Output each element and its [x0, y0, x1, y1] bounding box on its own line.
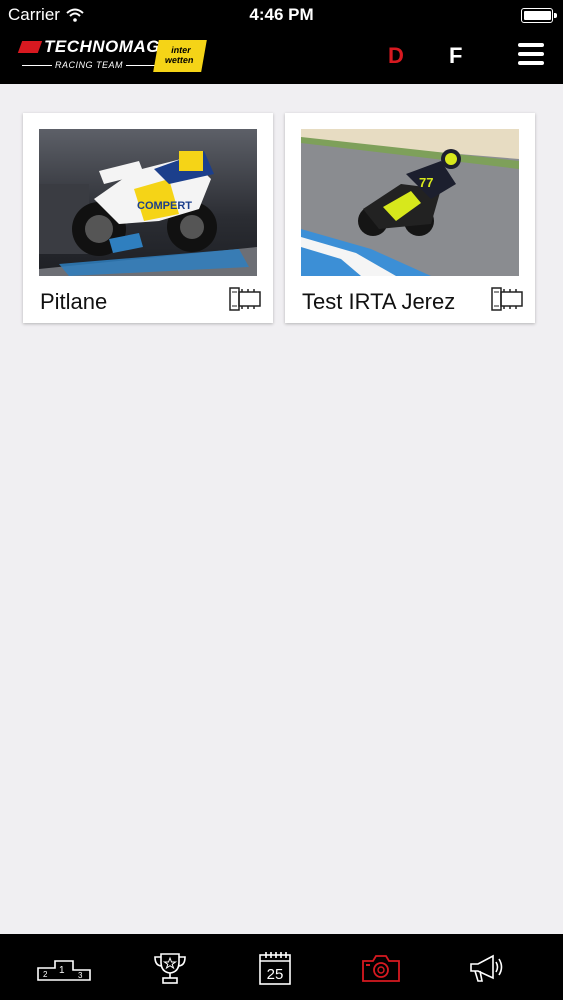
logo-flag-icon [17, 41, 43, 53]
tab-bar: 1 2 3 25 [0, 934, 563, 1000]
podium-2-label: 2 [43, 970, 48, 979]
tab-calendar[interactable]: 25 [248, 948, 302, 988]
tab-photos[interactable] [354, 948, 408, 988]
svg-text:77: 77 [419, 175, 433, 190]
calendar-icon: 25 [259, 952, 291, 985]
camera-icon [362, 955, 400, 982]
status-bar: Carrier 4:46 PM [0, 0, 563, 30]
sponsor-line-1: inter [170, 45, 192, 55]
sponsor-line-2: wetten [164, 55, 195, 65]
battery-icon [521, 8, 557, 23]
language-de-button[interactable]: D [388, 43, 404, 69]
clock: 4:46 PM [249, 5, 314, 24]
megaphone-icon [470, 954, 503, 982]
language-fr-button[interactable]: F [449, 43, 462, 69]
logo-subtitle: RACING TEAM [22, 60, 156, 70]
gallery-title: Pitlane [40, 289, 108, 314]
nav-bar: TECHNOMAG RACING TEAM inter wetten D F [0, 30, 563, 84]
podium-icon: 1 2 3 [37, 960, 91, 981]
podium-1-label: 1 [59, 965, 65, 976]
film-gallery-icon [229, 287, 261, 311]
svg-text:COMPERT: COMPERT [137, 200, 192, 212]
hamburger-menu-icon[interactable] [518, 43, 544, 65]
logo-brand: TECHNOMAG [44, 37, 160, 56]
film-gallery-icon [491, 287, 523, 311]
podium-3-label: 3 [78, 971, 83, 980]
calendar-day-label: 25 [267, 966, 284, 983]
motorcycle-on-stand-photo: COMPERT [39, 129, 257, 276]
tab-standings[interactable]: 1 2 3 [37, 948, 91, 988]
tab-news[interactable] [460, 948, 514, 988]
gallery-title: Test IRTA Jerez [302, 289, 456, 314]
gallery-card-test-irta-jerez[interactable]: 77 Test IRTA Jerez [285, 113, 535, 323]
trophy-icon [154, 953, 186, 984]
gallery-card-pitlane[interactable]: COMPERT Pitlane [23, 113, 273, 323]
team-logo[interactable]: TECHNOMAG RACING TEAM inter wetten [17, 36, 208, 80]
sponsor-logo: inter wetten [153, 40, 207, 72]
tab-trophies[interactable] [143, 948, 197, 988]
rider-on-track-photo: 77 [301, 129, 519, 276]
